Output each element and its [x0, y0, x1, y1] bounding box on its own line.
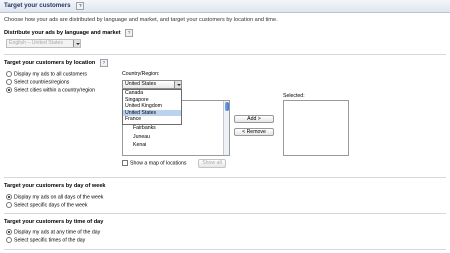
- list-item[interactable]: Fairbanks: [133, 124, 156, 133]
- country-region-value: United States: [125, 81, 157, 87]
- page-title: Target your customers ?: [4, 2, 85, 10]
- remove-button[interactable]: < Remove: [234, 128, 274, 136]
- scrollbar-thumb[interactable]: [224, 102, 229, 111]
- radio-button[interactable]: [6, 79, 12, 85]
- radio-label: Select specific times of the day: [14, 237, 86, 244]
- country-dropdown-menu[interactable]: Canada Singapore United Kingdom United S…: [122, 89, 182, 125]
- time-section-title: Target your customers by time of day: [4, 219, 104, 225]
- help-icon[interactable]: ?: [99, 59, 108, 67]
- checkbox[interactable]: [122, 160, 128, 166]
- intro-text: Choose how your ads are distributed by l…: [4, 17, 278, 23]
- help-icon[interactable]: ?: [125, 29, 134, 37]
- list-item[interactable]: Juneau: [133, 133, 156, 142]
- chevron-down-icon: [73, 40, 80, 47]
- divider: [4, 249, 446, 250]
- radio-label: Select cities within a country/region: [14, 87, 96, 94]
- country-region-select[interactable]: United States: [122, 80, 182, 89]
- divider: [4, 54, 446, 55]
- radio-button[interactable]: [6, 229, 12, 235]
- add-button[interactable]: Add >: [234, 115, 274, 123]
- radio-all-days[interactable]: Display my ads on all days of the week: [6, 194, 103, 201]
- language-market-select[interactable]: English – United States: [6, 39, 81, 48]
- radio-label: Display my ads at any time of the day: [14, 229, 101, 236]
- radio-label: Display my ads to all customers: [14, 71, 87, 78]
- show-map-checkbox[interactable]: Show a map of locations: [122, 160, 187, 167]
- help-icon[interactable]: ?: [76, 2, 85, 10]
- divider: [4, 177, 446, 178]
- show-all-button[interactable]: Show all: [198, 159, 226, 168]
- radio-select-countries[interactable]: Select countries/regions: [6, 79, 69, 86]
- radio-specific-days[interactable]: Select specific days of the week: [6, 202, 88, 209]
- radio-button[interactable]: [6, 87, 12, 93]
- radio-select-cities[interactable]: Select cities within a country/region: [6, 87, 95, 94]
- radio-button[interactable]: [6, 194, 12, 200]
- radio-any-time[interactable]: Display my ads at any time of the day: [6, 229, 100, 236]
- dropdown-option[interactable]: France: [123, 116, 181, 123]
- chevron-down-icon: [174, 81, 181, 88]
- radio-button[interactable]: [6, 202, 12, 208]
- radio-specific-times[interactable]: Select specific times of the day: [6, 237, 85, 244]
- list-scrollbar[interactable]: [223, 101, 229, 155]
- radio-all-customers[interactable]: Display my ads to all customers: [6, 71, 87, 78]
- location-section-title-text: Target your customers by location: [4, 60, 96, 66]
- language-section-title: Distribute your ads by language and mark…: [4, 29, 134, 37]
- selected-locations-list[interactable]: [283, 100, 349, 156]
- selected-label: Selected:: [283, 93, 305, 99]
- divider: [4, 213, 446, 214]
- radio-label: Display my ads on all days of the week: [14, 194, 104, 201]
- language-section-title-text: Distribute your ads by language and mark…: [4, 30, 121, 36]
- list-item[interactable]: Kenai: [133, 141, 156, 150]
- location-section-title: Target your customers by location ?: [4, 59, 108, 67]
- day-section-title: Target your customers by day of week: [4, 183, 106, 189]
- radio-button[interactable]: [6, 237, 12, 243]
- radio-label: Select specific days of the week: [14, 202, 88, 209]
- page-title-text: Target your customers: [4, 2, 71, 9]
- country-region-label: Country/Region:: [122, 71, 160, 77]
- checkbox-label: Show a map of locations: [130, 160, 187, 167]
- radio-button[interactable]: [6, 71, 12, 77]
- radio-label: Select countries/regions: [14, 79, 70, 86]
- language-market-value: English – United States: [9, 40, 63, 46]
